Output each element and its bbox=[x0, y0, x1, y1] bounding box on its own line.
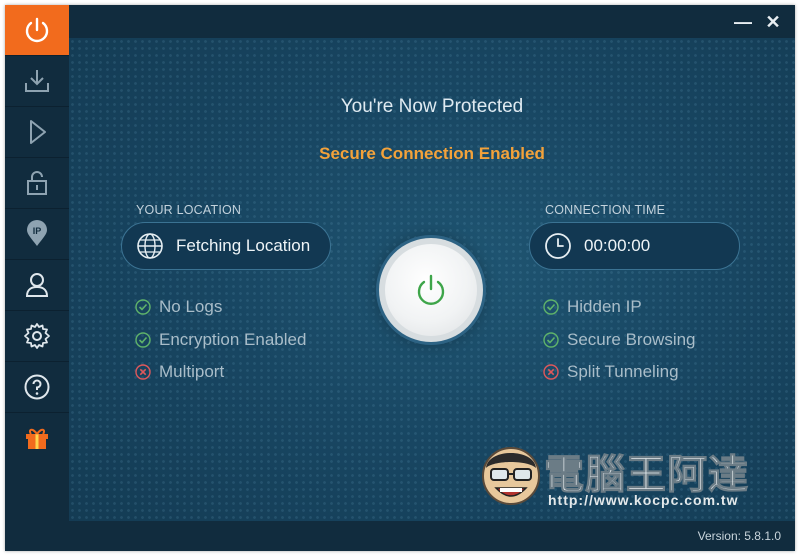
connection-time-label: CONNECTION TIME bbox=[545, 203, 666, 217]
power-button[interactable] bbox=[379, 238, 483, 342]
x-circle-icon bbox=[543, 364, 559, 380]
feature-encryption: Encryption Enabled bbox=[135, 330, 306, 350]
sidebar-item-ip[interactable]: IP bbox=[5, 209, 69, 260]
feature-hidden-ip: Hidden IP bbox=[543, 297, 642, 317]
sidebar-item-play[interactable] bbox=[5, 107, 69, 158]
check-circle-icon bbox=[543, 299, 559, 315]
title-bar: — ✕ bbox=[69, 5, 795, 38]
check-circle-icon bbox=[135, 332, 151, 348]
connection-time-value: 00:00:00 bbox=[584, 236, 651, 255]
feature-split-tunneling: Split Tunneling bbox=[543, 362, 679, 382]
x-circle-icon bbox=[135, 364, 151, 380]
watermark: 電腦王阿達 http://www.kocpc.com.tw bbox=[478, 436, 758, 518]
clock-icon bbox=[545, 233, 571, 259]
sidebar-item-lock[interactable] bbox=[5, 158, 69, 209]
sidebar-item-account[interactable] bbox=[5, 260, 69, 311]
location-box[interactable]: Fetching Location bbox=[121, 222, 331, 270]
sidebar-item-settings[interactable] bbox=[5, 311, 69, 362]
sidebar: IP bbox=[5, 5, 69, 551]
sidebar-item-gift[interactable] bbox=[5, 413, 69, 463]
svg-text:IP: IP bbox=[33, 226, 42, 236]
sidebar-item-help[interactable] bbox=[5, 362, 69, 413]
feature-multiport: Multiport bbox=[135, 362, 224, 382]
feature-secure-browsing: Secure Browsing bbox=[543, 330, 696, 350]
lock-icon bbox=[27, 171, 47, 195]
connection-time-box: 00:00:00 bbox=[529, 222, 740, 270]
connection-status: Secure Connection Enabled bbox=[319, 144, 545, 163]
help-icon bbox=[24, 374, 50, 400]
ip-location-icon: IP bbox=[27, 220, 47, 246]
power-icon bbox=[25, 17, 49, 43]
close-button[interactable]: ✕ bbox=[763, 12, 783, 32]
check-circle-icon bbox=[543, 332, 559, 348]
version-text: Version: 5.8.1.0 bbox=[697, 529, 781, 543]
feature-no-logs: No Logs bbox=[135, 297, 222, 317]
location-value: Fetching Location bbox=[176, 236, 311, 255]
download-icon bbox=[25, 70, 49, 92]
power-icon bbox=[417, 274, 445, 305]
gear-icon bbox=[24, 323, 50, 349]
footer-bar: Version: 5.8.1.0 bbox=[69, 521, 795, 551]
globe-icon bbox=[137, 233, 163, 259]
sidebar-item-power[interactable] bbox=[5, 5, 69, 56]
play-icon bbox=[30, 120, 46, 144]
gift-icon bbox=[26, 428, 48, 449]
minimize-button[interactable]: — bbox=[733, 12, 753, 32]
check-circle-icon bbox=[135, 299, 151, 315]
user-icon bbox=[25, 273, 49, 297]
status-title: You're Now Protected bbox=[340, 96, 524, 117]
mascot-logo-icon bbox=[482, 447, 540, 505]
location-label: YOUR LOCATION bbox=[136, 203, 242, 217]
sidebar-item-download[interactable] bbox=[5, 56, 69, 107]
